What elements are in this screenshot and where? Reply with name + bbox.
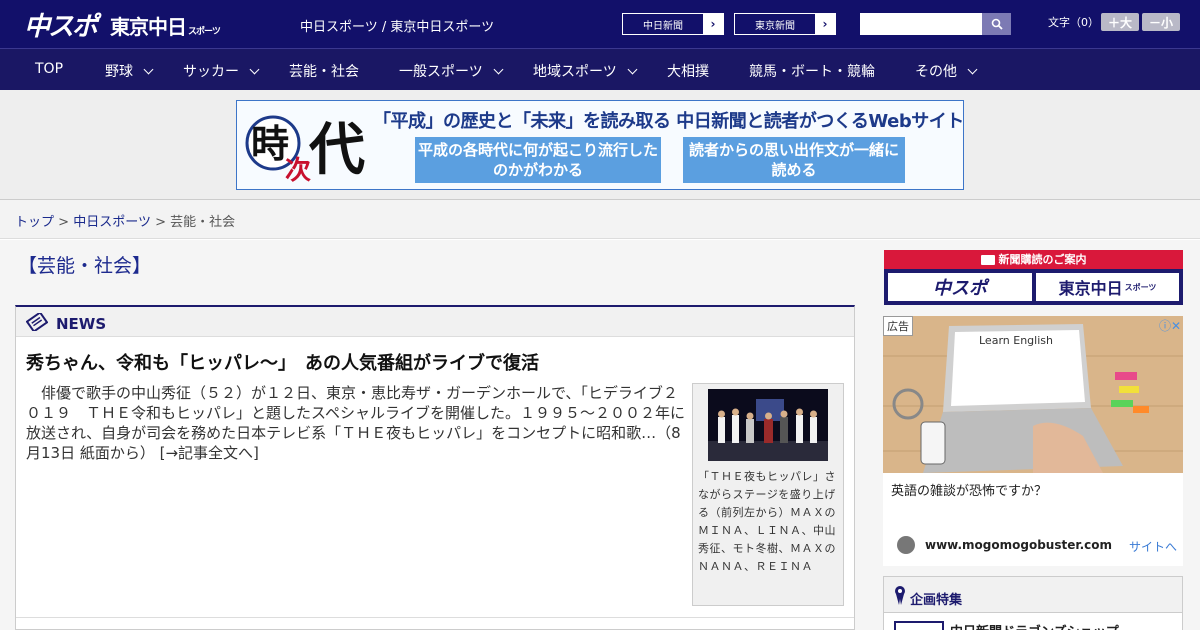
breadcrumb-bar: トップ > 中日スポーツ > 芸能・社会 — [0, 200, 1200, 239]
search-icon — [991, 18, 1003, 30]
subscription-card[interactable]: 新聞購読のご案内 中スポ 東京中日 スポーツ — [884, 250, 1183, 305]
breadcrumb-current: 芸能・社会 — [170, 215, 236, 230]
subscription-label: 新聞購読のご案内 — [884, 250, 1183, 269]
nav-item-racing[interactable]: 競馬・ボート・競輪 — [749, 61, 875, 81]
kanji-ji: 時 — [251, 121, 289, 166]
site-name-link[interactable]: 中日スポーツ / 東京中日スポーツ — [300, 16, 494, 35]
breadcrumb-separator: > — [58, 215, 70, 230]
tokyo-chunichi-subscribe-small: スポーツ — [1124, 282, 1157, 292]
banner-box-left: 平成の各時代に何が起こり流行したのかがわかる — [415, 137, 661, 183]
breadcrumb-separator: > — [155, 215, 166, 230]
search-button[interactable] — [982, 13, 1011, 35]
ad-headline[interactable]: 英語の雑談が恐怖ですか？ — [891, 480, 1047, 499]
breadcrumb: トップ > 中日スポーツ > 芸能・社会 — [15, 211, 235, 230]
divider — [16, 617, 854, 618]
chevron-down-icon — [967, 64, 978, 75]
article-photo-box: 「ＴＨＥ夜もヒッパレ」さながらステージを盛り上げる（前列左から）ＭＡＸのＭＩＮＡ… — [692, 383, 844, 606]
kanji-dai: 代 — [308, 117, 365, 183]
news-panel: NEWS 秀ちゃん、令和も「ヒッパレ～」 あの人気番組がライブで復活 俳優で歌手… — [15, 305, 855, 630]
ad-image: Learn English 広告 ⓘ✕ — [883, 316, 1183, 473]
nav-item-label: 野球 — [105, 64, 133, 80]
nav-item-baseball[interactable]: 野球 — [105, 61, 154, 81]
feature-thumbnail[interactable] — [894, 621, 944, 630]
breadcrumb-chunichi-sports[interactable]: 中日スポーツ — [73, 215, 151, 230]
nav-item-other[interactable]: その他 — [915, 61, 978, 81]
font-size-label: 文字（0） — [1048, 16, 1099, 29]
chunichi-shimbun-label: 中日新聞 — [643, 20, 683, 32]
newspaper-icon — [26, 313, 48, 331]
award-ribbon-icon — [895, 586, 905, 605]
breadcrumb-home[interactable]: トップ — [15, 215, 54, 230]
jidai-banner[interactable]: 時 次 代 「平成」の歴史と「未来」を読み取る 中日新聞と読者がつくるWebサイ… — [236, 100, 964, 190]
chevron-right-icon: › — [815, 14, 835, 34]
tokyo-chunichi-logo-text: 東京中日 — [110, 15, 187, 39]
advertisement[interactable]: Learn English 広告 ⓘ✕ 英語の雑談が恐怖ですか？ www.mog… — [883, 316, 1183, 566]
feature-title: 企画特集 — [910, 593, 963, 608]
nav-item-top[interactable]: TOP — [35, 61, 63, 77]
chevron-down-icon — [249, 64, 260, 75]
nav-item-label: 大相撲 — [667, 64, 709, 80]
chevron-down-icon — [493, 64, 504, 75]
nav-item-local-sports[interactable]: 地域スポーツ — [533, 61, 638, 81]
chunichi-shimbun-button[interactable]: 中日新聞 › — [622, 13, 724, 35]
chevron-down-icon — [143, 64, 154, 75]
ad-choices-icon[interactable]: ⓘ✕ — [1159, 317, 1181, 334]
nav-item-label: TOP — [35, 61, 64, 77]
read-more-link[interactable]: [→記事全文へ] — [160, 444, 259, 462]
ad-site-link[interactable]: サイトへ — [1129, 538, 1177, 555]
chevron-right-icon: › — [703, 14, 723, 34]
tokyo-shimbun-label: 東京新聞 — [755, 20, 795, 32]
nav-item-entertainment[interactable]: 芸能・社会 — [289, 61, 359, 81]
nav-item-soccer[interactable]: サッカー — [183, 61, 260, 81]
subscription-label-text: 新聞購読のご案内 — [998, 253, 1087, 266]
globe-icon — [897, 536, 915, 554]
tokyo-chunichi-subscribe-text: 東京中日 — [1058, 279, 1123, 298]
news-section-label: NEWS — [56, 315, 107, 333]
chevron-down-icon — [627, 64, 638, 75]
feature-box: 企画特集 中日新聞ドラゴンズショップ — [883, 576, 1183, 630]
article-headline[interactable]: 秀ちゃん、令和も「ヒッパレ～」 あの人気番組がライブで復活 — [26, 349, 539, 375]
ad-image-text: Learn English — [979, 334, 1053, 347]
tokyo-chunichi-logo-small: スポーツ — [188, 27, 221, 37]
nav-item-label: 競馬・ボート・競輪 — [749, 64, 875, 80]
nav-item-sumo[interactable]: 大相撲 — [667, 61, 709, 81]
article-summary-text: 俳優で歌手の中山秀征（５２）が１２日、東京・恵比寿ザ・ガーデンホールで、「ヒデラ… — [26, 384, 685, 462]
nav-item-label: その他 — [915, 64, 957, 80]
tokyo-chunichi-subscribe-logo[interactable]: 東京中日 スポーツ — [1036, 273, 1179, 301]
article-photo[interactable] — [708, 389, 828, 461]
jidai-kanji-logo: 時 次 代 — [245, 115, 365, 185]
banner-headline: 「平成」の歴史と「未来」を読み取る 中日新聞と読者がつくるWebサイト — [373, 111, 964, 132]
stage-photo-graphic — [708, 389, 828, 461]
kanji-tsugi: 次 — [285, 156, 311, 185]
feature-header: 企画特集 — [884, 577, 1182, 613]
banner-area: 時 次 代 「平成」の歴史と「未来」を読み取る 中日新聞と読者がつくるWebサイ… — [0, 90, 1200, 200]
tokyo-shimbun-button[interactable]: 東京新聞 › — [734, 13, 836, 35]
nav-item-general-sports[interactable]: 一般スポーツ — [399, 61, 504, 81]
main-nav: TOP 野球 サッカー 芸能・社会 一般スポーツ 地域スポーツ 大相撲 競馬・ボ… — [0, 48, 1200, 90]
article-summary: 俳優で歌手の中山秀征（５２）が１２日、東京・恵比寿ザ・ガーデンホールで、「ヒデラ… — [26, 383, 686, 463]
nav-item-label: 芸能・社会 — [289, 64, 359, 80]
ad-label: 広告 — [883, 316, 913, 336]
font-smaller-button[interactable]: －小 — [1142, 13, 1180, 31]
chuspo-subscribe-logo[interactable]: 中スポ — [888, 273, 1032, 301]
font-bigger-button[interactable]: ＋大 — [1101, 13, 1139, 31]
nav-item-label: 地域スポーツ — [533, 64, 617, 80]
newspaper-small-icon — [980, 255, 995, 265]
news-header: NEWS — [16, 307, 854, 337]
ad-domain[interactable]: www.mogomogobuster.com — [925, 538, 1112, 552]
photo-caption: 「ＴＨＥ夜もヒッパレ」さながらステージを盛り上げる（前列左から）ＭＡＸのＭＩＮＡ… — [698, 470, 836, 573]
feature-item-link[interactable]: 中日新聞ドラゴンズショップ — [950, 621, 1119, 630]
page-title: 【芸能・社会】 — [18, 255, 152, 277]
chuspo-logo[interactable]: 中スポ — [24, 6, 98, 43]
nav-item-label: サッカー — [183, 64, 239, 80]
nav-item-label: 一般スポーツ — [399, 64, 483, 80]
search-input[interactable] — [860, 13, 982, 35]
tokyo-chunichi-logo[interactable]: 東京中日 スポーツ — [110, 11, 221, 40]
site-header: 中スポ 東京中日 スポーツ 中日スポーツ / 東京中日スポーツ 中日新聞 › 東京… — [0, 0, 1200, 48]
laptop-illustration: Learn English — [883, 316, 1183, 473]
banner-box-right: 読者からの思い出作文が一緒に読める — [683, 137, 905, 183]
